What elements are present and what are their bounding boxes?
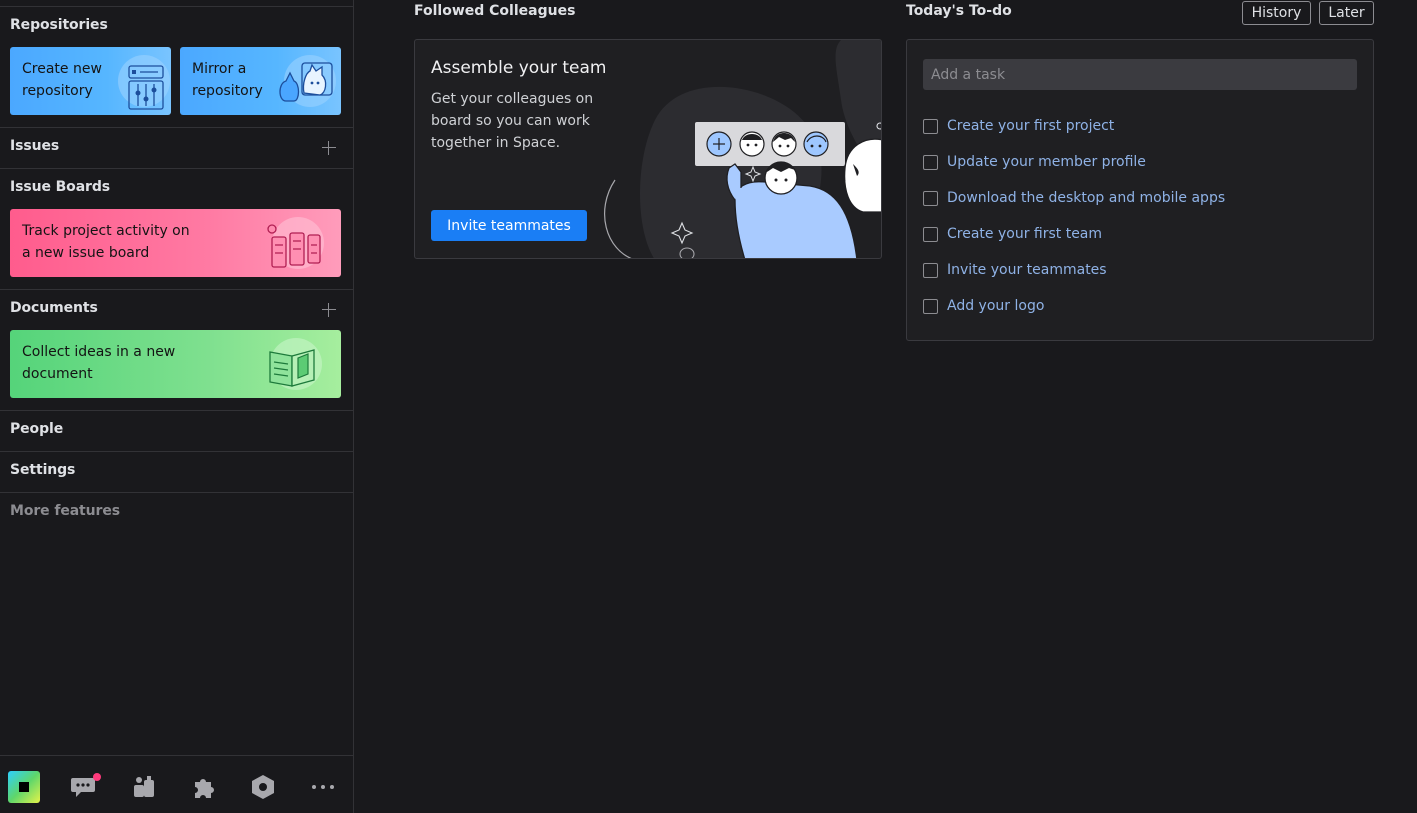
todo-item-label[interactable]: Create your first project [947, 116, 1114, 136]
document-card[interactable]: Collect ideas in a new document [10, 330, 341, 398]
history-button[interactable]: History [1242, 1, 1311, 25]
issue-board-card[interactable]: Track project activity on a new issue bo… [10, 209, 341, 277]
sidebar-divider [0, 492, 353, 493]
document-label: Collect ideas in a new document [22, 344, 176, 382]
followed-colleagues-header: Followed Colleagues [414, 3, 576, 19]
later-button[interactable]: Later [1319, 1, 1374, 25]
sidebar-section-people[interactable]: People [10, 421, 63, 437]
space-logo-icon[interactable] [8, 771, 40, 803]
todo-header: Today's To-do [906, 3, 1012, 19]
assemble-team-description: Get your colleagues on board so you can … [431, 91, 594, 151]
more-icon[interactable] [308, 772, 338, 802]
todo-item-label[interactable]: Add your logo [947, 296, 1044, 316]
admin-icon[interactable] [248, 772, 278, 802]
sidebar-section-issues[interactable]: Issues [10, 138, 59, 154]
teams-icon[interactable] [129, 772, 159, 802]
todo-checkbox[interactable] [923, 227, 938, 242]
todo-item-label[interactable]: Download the desktop and mobile apps [947, 188, 1225, 208]
sidebar-section-repositories[interactable]: Repositories [10, 17, 108, 33]
extensions-icon[interactable] [189, 772, 219, 802]
sidebar-top-divider [0, 6, 353, 7]
todo-panel: Create your first project Update your me… [906, 39, 1374, 341]
todo-checkbox[interactable] [923, 263, 938, 278]
add-document-plus-icon[interactable] [322, 303, 336, 317]
sidebar-divider [0, 410, 353, 411]
mirror-repository-card[interactable]: Mirror a repository [180, 47, 341, 115]
repository-illustration-icon [118, 55, 170, 110]
todo-item[interactable]: Create your first project [923, 116, 1343, 136]
sidebar-section-documents[interactable]: Documents [10, 300, 98, 316]
todo-checkbox[interactable] [923, 299, 938, 314]
add-task-input[interactable] [923, 59, 1357, 90]
sidebar: Repositories Create new repository Mirro… [0, 0, 354, 813]
sidebar-divider [0, 168, 353, 169]
team-illustration-icon [604, 40, 881, 258]
sidebar-section-settings[interactable]: Settings [10, 462, 75, 478]
sidebar-divider [0, 451, 353, 452]
sidebar-toolbar [0, 755, 353, 813]
todo-item[interactable]: Add your logo [923, 296, 1343, 316]
create-repository-label: Create new repository [22, 61, 102, 99]
assemble-team-panel: Assemble your team Get your colleagues o… [414, 39, 882, 259]
mirror-repository-label: Mirror a repository [192, 61, 263, 99]
sidebar-more-features[interactable]: More features [10, 503, 120, 519]
todo-item[interactable]: Invite your teammates [923, 260, 1343, 280]
todo-item-label[interactable]: Update your member profile [947, 152, 1146, 172]
sidebar-divider [0, 289, 353, 290]
todo-item[interactable]: Update your member profile [923, 152, 1343, 172]
add-issue-plus-icon[interactable] [322, 141, 336, 155]
todo-item-label[interactable]: Invite your teammates [947, 260, 1107, 280]
issue-board-illustration-icon [267, 217, 324, 269]
document-illustration-icon [269, 338, 322, 390]
sidebar-divider [0, 127, 353, 128]
issue-board-label: Track project activity on a new issue bo… [22, 223, 190, 261]
chat-unread-badge [93, 773, 101, 781]
todo-checkbox[interactable] [923, 119, 938, 134]
invite-teammates-button[interactable]: Invite teammates [431, 210, 587, 241]
mirror-illustration-icon [279, 55, 336, 107]
assemble-team-title: Assemble your team [431, 58, 607, 78]
todo-checkbox[interactable] [923, 191, 938, 206]
todo-checkbox[interactable] [923, 155, 938, 170]
todo-item-label[interactable]: Create your first team [947, 224, 1102, 244]
create-repository-card[interactable]: Create new repository [10, 47, 171, 115]
todo-item[interactable]: Download the desktop and mobile apps [923, 188, 1343, 208]
sidebar-section-issue-boards[interactable]: Issue Boards [10, 179, 110, 195]
todo-item[interactable]: Create your first team [923, 224, 1343, 244]
